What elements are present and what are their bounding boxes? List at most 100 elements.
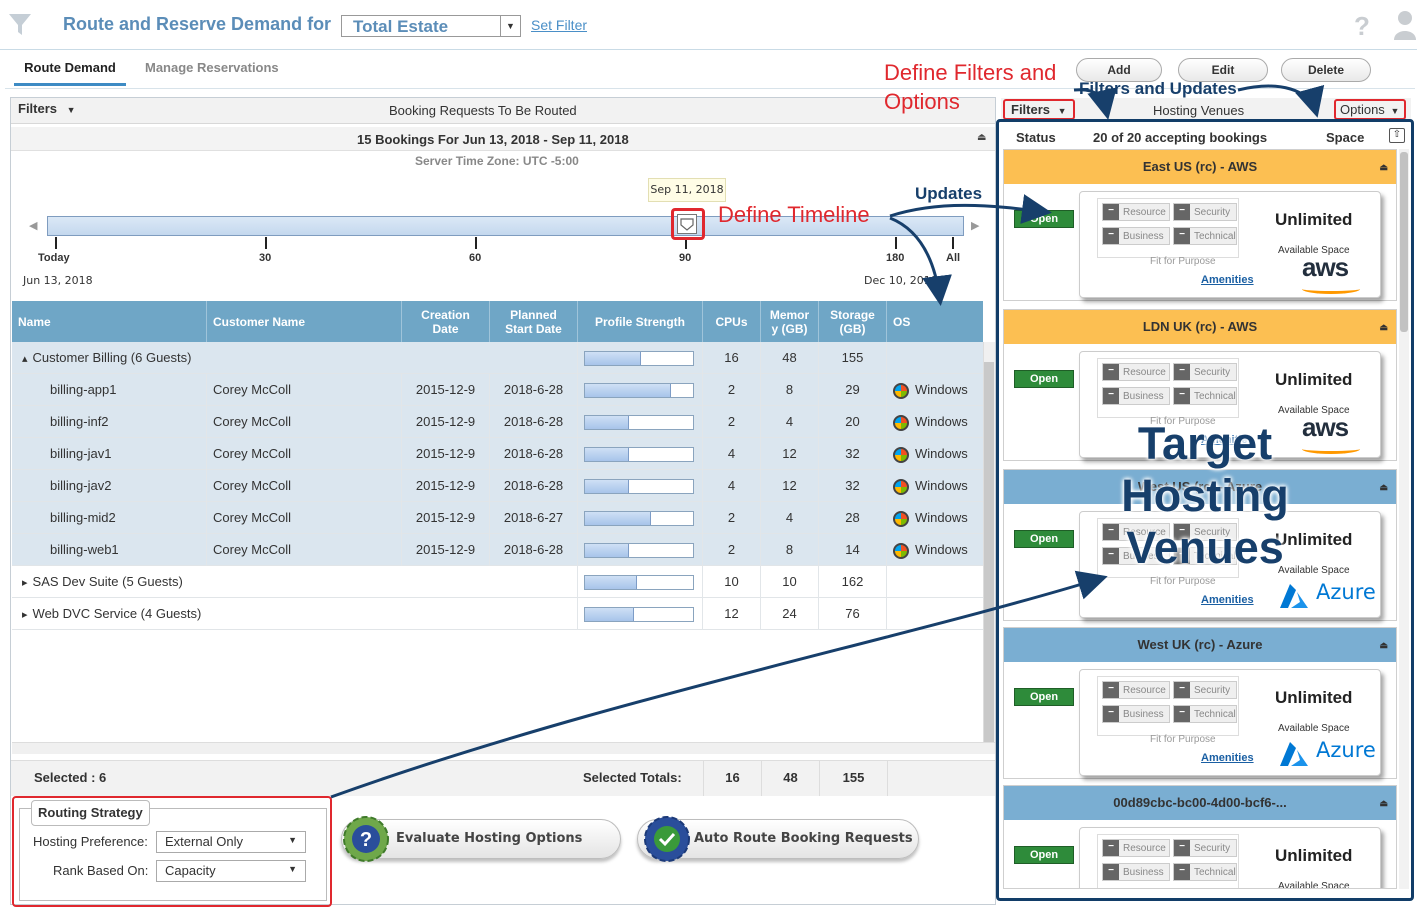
- table-row[interactable]: billing-jav1 Corey McColl 2015-12-9 2018-6-…: [12, 438, 983, 470]
- table-row[interactable]: billing-web1 Corey McColl 2015-12-9 2018-6-…: [12, 534, 983, 566]
- col-planned-start[interactable]: Planned Start Date: [490, 301, 578, 342]
- grid-scroll-thumb[interactable]: [984, 362, 994, 742]
- server-timezone: Server Time Zone: UTC -5:00: [415, 154, 579, 168]
- business-chip: − Business: [1102, 705, 1170, 723]
- table-row[interactable]: billing-jav2 Corey McColl 2015-12-9 2018-6-…: [12, 470, 983, 502]
- profile-strength-bar: [584, 415, 694, 430]
- resource-chip: − Resource: [1102, 839, 1170, 857]
- collapse-icon[interactable]: ⏏: [1379, 628, 1388, 662]
- venue-card[interactable]: East US (rc) - AWS ⏏ Open − Resource − Securit…: [1003, 149, 1397, 301]
- expand-triangle-icon[interactable]: ▸: [22, 577, 28, 589]
- timeline-tick-label[interactable]: All: [946, 252, 960, 264]
- group-name-cell[interactable]: ▴ Customer Billing (6 Guests): [12, 342, 578, 374]
- cpus: 4: [703, 470, 761, 502]
- svg-text:?: ?: [360, 829, 372, 851]
- resource-label: Resource: [1123, 685, 1166, 696]
- col-name[interactable]: Name: [12, 301, 207, 342]
- os-name: Windows: [915, 382, 968, 397]
- venue-header[interactable]: 00d89cbc-bc00-4d00-bcf6-... ⏏: [1004, 786, 1396, 820]
- grid-horizontal-scrollbar[interactable]: [12, 742, 995, 754]
- group-row[interactable]: ▴ Customer Billing (6 Guests) 16 48 155: [12, 342, 983, 374]
- business-chip: − Business: [1102, 863, 1170, 881]
- group-name-cell[interactable]: ▸ SAS Dev Suite (5 Guests): [12, 566, 578, 598]
- profile-strength-fill: [585, 448, 629, 461]
- profile-strength-cell: [578, 566, 703, 598]
- venue-card[interactable]: 00d89cbc-bc00-4d00-bcf6-... ⏏ Open − Resourc…: [1003, 785, 1397, 889]
- collapse-icon[interactable]: ⏏: [977, 132, 986, 143]
- venue-header[interactable]: West UK (rc) - Azure ⏏: [1004, 628, 1396, 662]
- filter-funnel-icon[interactable]: [8, 12, 32, 38]
- col-os[interactable]: OS: [887, 301, 983, 342]
- venues-scroll-thumb[interactable]: [1400, 152, 1408, 332]
- storage: 76: [819, 598, 887, 630]
- planned-start-date: 2018-6-28: [490, 438, 578, 470]
- timeline-tick-label[interactable]: 30: [259, 252, 271, 264]
- resource-label: Resource: [1123, 843, 1166, 854]
- tab-route-demand[interactable]: Route Demand: [14, 58, 126, 86]
- minus-icon: −: [1103, 204, 1119, 220]
- hosting-preference-select[interactable]: External Only ▼: [156, 831, 306, 853]
- venue-header[interactable]: LDN UK (rc) - AWS ⏏: [1004, 310, 1396, 344]
- timeline-right-arrow-icon[interactable]: ▶: [971, 219, 979, 232]
- booking-filters-dropdown[interactable]: Filters ▼: [18, 101, 76, 116]
- annotation-filters-updates: Filters and Updates: [1079, 79, 1237, 98]
- collapse-icon[interactable]: ⏏: [1379, 786, 1388, 820]
- timeline-tick-label[interactable]: Today: [38, 252, 70, 264]
- resource-chip: − Resource: [1102, 681, 1170, 699]
- col-storage[interactable]: Storage (GB): [819, 301, 887, 342]
- table-row[interactable]: billing-mid2 Corey McColl 2015-12-9 2018-6-…: [12, 502, 983, 534]
- col-customer[interactable]: Customer Name: [207, 301, 402, 342]
- col-memory[interactable]: Memor y (GB): [761, 301, 819, 342]
- tab-manage-reservations[interactable]: Manage Reservations: [145, 60, 279, 75]
- collapse-icon[interactable]: ⏏: [1379, 470, 1388, 504]
- amenities-link[interactable]: Amenities: [1201, 274, 1254, 286]
- group-row[interactable]: ▸ Web DVC Service (4 Guests) 12 24 76: [12, 598, 983, 630]
- table-row[interactable]: billing-app1 Corey McColl 2015-12-9 2018-6-…: [12, 374, 983, 406]
- collapse-icon[interactable]: ⏏: [1379, 310, 1388, 344]
- venue-status-header[interactable]: Status: [1016, 130, 1056, 145]
- col-cpus[interactable]: CPUs: [703, 301, 761, 342]
- expand-triangle-icon[interactable]: ▸: [22, 609, 28, 621]
- profile-strength-bar: [584, 383, 694, 398]
- amenities-link[interactable]: Amenities: [1201, 752, 1254, 764]
- col-profile-strength[interactable]: Profile Strength: [578, 301, 703, 342]
- export-icon[interactable]: ⇧: [1389, 128, 1405, 143]
- help-icon[interactable]: ?: [1354, 11, 1370, 42]
- available-space-value: Unlimited: [1275, 688, 1353, 707]
- estate-select[interactable]: Total Estate ▼: [341, 15, 521, 37]
- page-title: Route and Reserve Demand for: [63, 14, 332, 34]
- venue-space-header[interactable]: Space: [1326, 130, 1364, 145]
- total-memory: 48: [761, 760, 819, 796]
- timeline-tooltip: Sep 11, 2018: [648, 178, 726, 202]
- chevron-down-icon: ▼: [288, 864, 297, 874]
- guest-name: billing-mid2: [12, 502, 207, 534]
- group-name-cell[interactable]: ▸ Web DVC Service (4 Guests): [12, 598, 578, 630]
- venue-card[interactable]: West UK (rc) - Azure ⏏ Open − Resource − Secur…: [1003, 627, 1397, 779]
- user-icon[interactable]: [1394, 10, 1416, 40]
- security-chip: − Security: [1173, 363, 1237, 381]
- set-filter-link[interactable]: Set Filter: [531, 17, 587, 33]
- memory: 4: [761, 406, 819, 438]
- amenities-link[interactable]: Amenities: [1201, 594, 1254, 606]
- timeline-tick: [475, 237, 477, 249]
- timeline-tick-label[interactable]: 90: [679, 252, 691, 264]
- venue-header[interactable]: East US (rc) - AWS ⏏: [1004, 150, 1396, 184]
- annotation-target-hosting-venues: Target Hosting Venues: [1121, 418, 1289, 573]
- delete-button[interactable]: Delete: [1281, 58, 1371, 82]
- table-row[interactable]: billing-inf2 Corey McColl 2015-12-9 2018-6-…: [12, 406, 983, 438]
- guest-name: billing-app1: [12, 374, 207, 406]
- collapse-icon[interactable]: ⏏: [1379, 150, 1388, 184]
- fit-for-purpose-box: −Resource−Security−Business−TechnicalFit…: [1097, 834, 1239, 888]
- collapse-triangle-icon[interactable]: ▴: [22, 353, 28, 365]
- timeline-left-arrow-icon[interactable]: ◀: [29, 219, 37, 232]
- storage: 28: [819, 502, 887, 534]
- timeline-tick-label[interactable]: 180: [886, 252, 904, 264]
- rank-based-on-select[interactable]: Capacity ▼: [156, 860, 306, 882]
- group-row[interactable]: ▸ SAS Dev Suite (5 Guests) 10 10 162: [12, 566, 983, 598]
- profile-strength-bar: [584, 575, 694, 590]
- customer-name: Corey McColl: [207, 438, 402, 470]
- fit-for-purpose-box: −Resource−Security−Business−TechnicalFit…: [1097, 198, 1239, 267]
- col-creation-date[interactable]: Creation Date: [402, 301, 490, 342]
- venues-options-dropdown[interactable]: Options ▼: [1334, 99, 1406, 120]
- timeline-tick-label[interactable]: 60: [469, 252, 481, 264]
